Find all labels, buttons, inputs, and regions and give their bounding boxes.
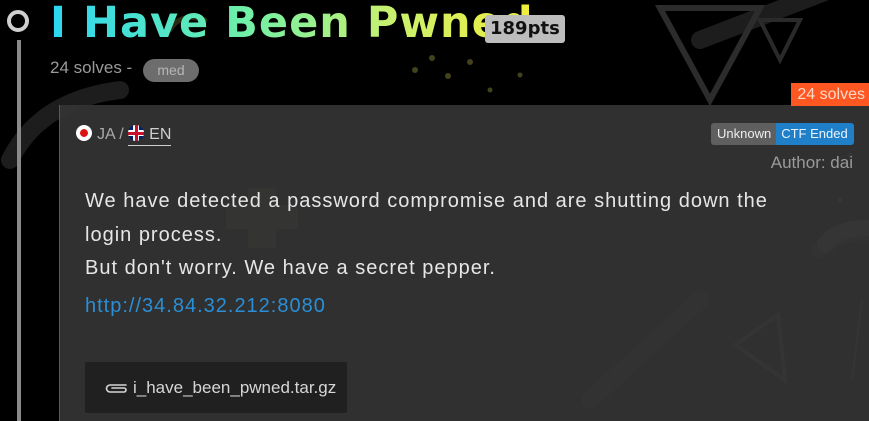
solves-tab[interactable]: 24 solves	[791, 83, 869, 106]
points-badge: 189pts	[485, 15, 565, 43]
uk-flag-icon	[128, 125, 145, 141]
status-badge: Unknown CTF Ended	[711, 123, 854, 145]
language-en-label: EN	[149, 126, 172, 143]
challenge-description: We have detected a password compromise a…	[85, 185, 768, 286]
paperclip-icon	[105, 383, 127, 393]
language-ja-label: JA	[97, 126, 115, 143]
difficulty-badge: med	[143, 59, 199, 82]
status-ctf-ended: CTF Ended	[776, 123, 854, 145]
challenge-url-link[interactable]: http://34.84.32.212:8080	[85, 295, 326, 318]
challenge-title: I Have Been Pwned	[50, 0, 534, 48]
timeline-bullet	[7, 10, 29, 32]
attachment-filename: i_have_been_pwned.tar.gz	[133, 377, 337, 397]
language-switcher: JA / EN	[76, 124, 172, 146]
solves-count: 24 solves -	[50, 58, 133, 77]
language-en[interactable]: EN	[128, 125, 172, 146]
status-unknown: Unknown	[711, 123, 777, 145]
description-line: We have detected a password compromise a…	[85, 190, 768, 212]
language-separator: /	[119, 126, 124, 143]
description-line: login process.	[85, 223, 223, 246]
timeline-line	[17, 40, 21, 421]
author-label: Author: dai	[770, 153, 853, 172]
attachment-button[interactable]: i_have_been_pwned.tar.gz	[85, 362, 347, 413]
description-line: But don't worry. We have a secret pepper…	[85, 257, 496, 279]
language-ja[interactable]: JA	[76, 125, 115, 143]
japan-flag-icon	[76, 125, 92, 141]
